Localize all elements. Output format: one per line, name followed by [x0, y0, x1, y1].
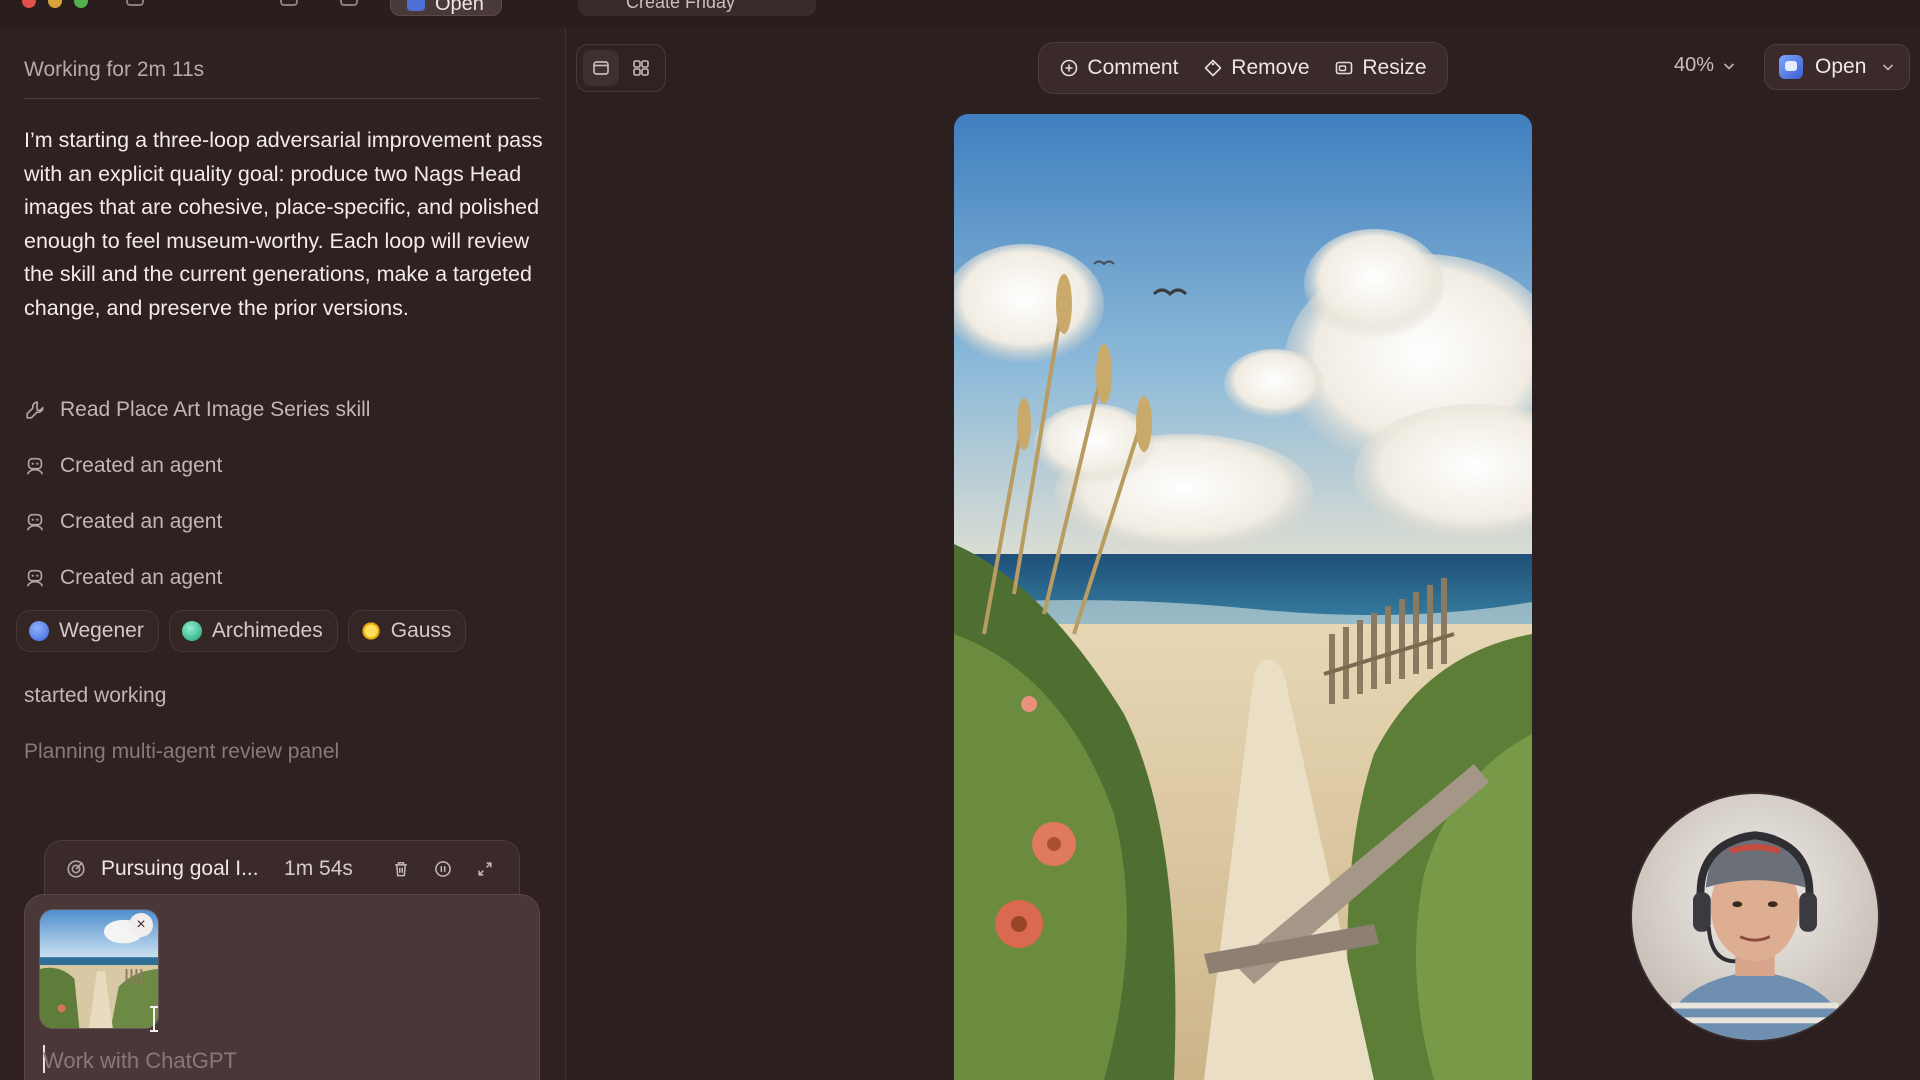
- planning-status: Planning multi-agent review panel: [24, 740, 340, 763]
- canvas-area: Comment Remove Resize 40% Open: [566, 28, 1920, 1080]
- sidebar-toggle-icon[interactable]: [126, 0, 144, 6]
- webcam-overlay: [1630, 792, 1880, 1042]
- single-view-button[interactable]: [583, 50, 619, 86]
- agent-name: Wegener: [59, 619, 144, 642]
- trash-icon: [395, 861, 408, 876]
- sun-icon: [360, 621, 381, 641]
- eraser-icon: [1204, 59, 1222, 77]
- chat-input[interactable]: [43, 1043, 523, 1079]
- resize-icon: [1336, 61, 1353, 75]
- goal-label: Pursuing goal I...: [101, 856, 259, 880]
- zoom-window-button[interactable]: [74, 0, 88, 8]
- single-view-icon: [593, 61, 609, 75]
- agent-chip-gauss[interactable]: Gauss: [347, 610, 467, 652]
- goal-timer: 1m 54s: [284, 856, 353, 880]
- wrench-icon: [26, 401, 44, 419]
- zoom-dropdown[interactable]: 40%: [1674, 54, 1736, 77]
- remove-label: Remove: [1231, 56, 1310, 79]
- remove-attachment-button[interactable]: ×: [129, 913, 153, 937]
- agent-chips: Wegener Archimedes Gauss: [16, 610, 467, 652]
- window-titlebar: Open Create Friday: [0, 0, 1920, 28]
- zoom-value: 40%: [1674, 54, 1715, 76]
- close-window-button[interactable]: [22, 0, 36, 8]
- presenter-avatar: [1632, 794, 1878, 1040]
- grid-view-icon: [633, 60, 649, 76]
- compose-icon[interactable]: [340, 0, 358, 6]
- agent-icon: [26, 513, 44, 531]
- resize-button[interactable]: Resize: [1328, 48, 1432, 88]
- step-label: Created an agent: [60, 510, 223, 533]
- generated-beach-image[interactable]: [954, 114, 1532, 1080]
- agent-avatar-icon: [181, 621, 202, 641]
- step-label: Created an agent: [60, 566, 223, 589]
- agent-icon: [26, 457, 44, 475]
- agent-name: Gauss: [390, 619, 452, 642]
- assistant-message: I’m starting a three-loop adversarial im…: [24, 128, 543, 320]
- top-open-button[interactable]: Open: [390, 0, 502, 16]
- agent-icon: [26, 569, 44, 587]
- comment-icon: [1061, 59, 1078, 77]
- image-toolbar: Comment Remove Resize: [1038, 42, 1448, 94]
- document-tab-label: Create Friday: [626, 0, 736, 12]
- top-open-label: Open: [435, 0, 484, 15]
- beach-path-illustration: [954, 114, 1532, 1080]
- open-in-app-button[interactable]: Open: [1764, 44, 1910, 90]
- new-window-icon[interactable]: [280, 0, 298, 6]
- view-toggle: [576, 44, 666, 92]
- grid-view-button[interactable]: [623, 50, 659, 86]
- status-divider: [24, 98, 540, 99]
- app-icon: [1779, 55, 1803, 79]
- agent-avatar-icon: [29, 621, 49, 641]
- delete-goal-button[interactable]: [388, 855, 416, 883]
- step-created-agent[interactable]: Created an agent: [24, 454, 222, 478]
- started-working-text: started working: [24, 684, 167, 707]
- document-tab[interactable]: Create Friday: [578, 0, 816, 16]
- goal-bar[interactable]: Pursuing goal I... 1m 54s: [44, 840, 520, 896]
- chevron-down-icon: [1723, 62, 1735, 70]
- agent-name: Archimedes: [211, 619, 323, 642]
- chevron-down-icon: [1882, 64, 1894, 71]
- goal-target-icon: [65, 858, 87, 880]
- expand-goal-button[interactable]: [471, 855, 499, 883]
- resize-label: Resize: [1362, 56, 1427, 79]
- comment-button[interactable]: Comment: [1053, 48, 1184, 88]
- composer: ×: [24, 894, 540, 1080]
- minimize-window-button[interactable]: [48, 0, 62, 8]
- pause-icon: [435, 860, 452, 877]
- chat-panel: Working for 2m 11s I’m starting a three-…: [0, 28, 566, 1080]
- step-label: Created an agent: [60, 454, 223, 477]
- window-controls: [22, 0, 88, 8]
- step-created-agent[interactable]: Created an agent: [24, 566, 222, 590]
- comment-label: Comment: [1087, 56, 1179, 79]
- open-label: Open: [1815, 55, 1867, 78]
- working-status: Working for 2m 11s: [24, 58, 205, 81]
- step-label: Read Place Art Image Series skill: [60, 398, 371, 421]
- remove-button[interactable]: Remove: [1197, 48, 1315, 88]
- agent-chip-wegener[interactable]: Wegener: [16, 610, 159, 652]
- agent-chip-archimedes[interactable]: Archimedes: [168, 610, 338, 652]
- step-read-skill[interactable]: Read Place Art Image Series skill: [24, 398, 370, 422]
- text-cursor-icon: [150, 1006, 158, 1032]
- pause-goal-button[interactable]: [429, 855, 457, 883]
- step-created-agent[interactable]: Created an agent: [24, 510, 222, 534]
- expand-icon: [478, 861, 492, 876]
